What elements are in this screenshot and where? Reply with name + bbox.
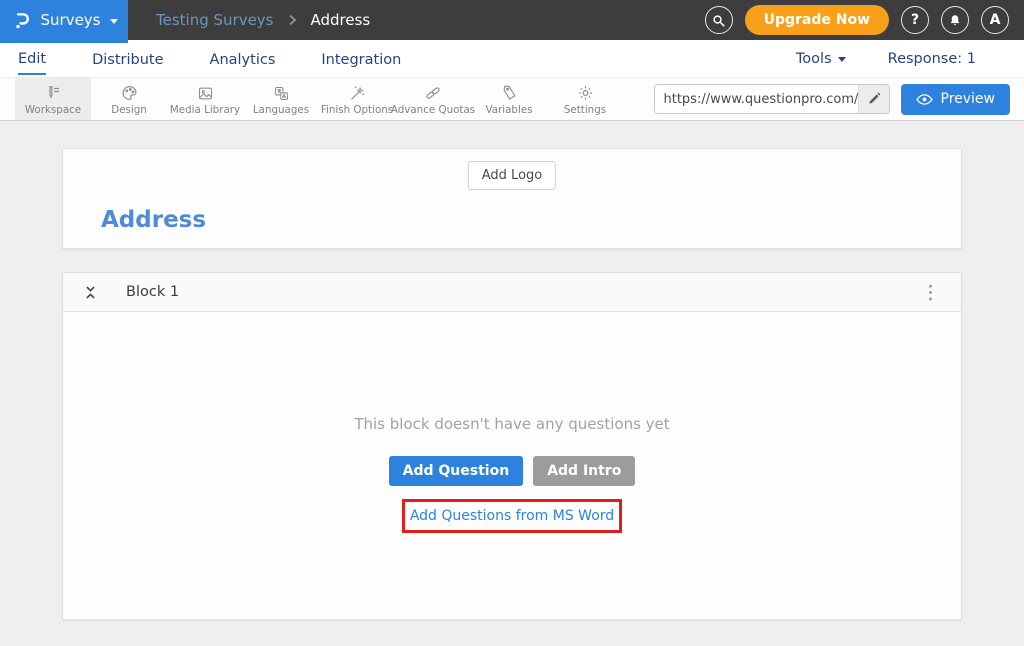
toolbar-item-advance-quotas[interactable]: Advance Quotas xyxy=(395,78,471,120)
preview-label: Preview xyxy=(941,91,996,107)
survey-url-box xyxy=(654,84,890,114)
response-count-link[interactable]: Response: 1 xyxy=(888,51,976,67)
design-icon xyxy=(120,83,139,102)
tab-edit[interactable]: Edit xyxy=(18,42,46,75)
breadcrumb-separator-icon xyxy=(288,14,297,26)
breadcrumb: Testing Surveys Address xyxy=(156,11,370,29)
search-button[interactable] xyxy=(705,6,733,34)
collapse-icon xyxy=(83,284,98,301)
toolbar-item-variables[interactable]: Variables xyxy=(471,78,547,120)
tab-distribute[interactable]: Distribute xyxy=(92,43,163,74)
questionpro-logo-icon xyxy=(11,9,32,32)
block-body: This block doesn't have any questions ye… xyxy=(63,312,961,619)
help-button[interactable]: ? xyxy=(901,6,929,34)
chevron-down-icon xyxy=(838,57,846,62)
tools-dropdown[interactable]: Tools xyxy=(796,51,846,67)
workspace-icon xyxy=(43,83,63,102)
editor-toolbar: Workspace Design Media Library xyxy=(0,78,1024,121)
survey-editor-content: Add Logo Address Block 1 xyxy=(0,121,1024,620)
advance-quotas-icon xyxy=(423,83,443,102)
bell-icon xyxy=(948,13,962,28)
toolbar-item-design[interactable]: Design xyxy=(91,78,167,120)
block-header: Block 1 xyxy=(63,273,961,312)
media-library-icon xyxy=(196,83,215,102)
settings-icon xyxy=(576,83,595,102)
chevron-down-icon xyxy=(110,19,118,24)
surveys-product-dropdown[interactable]: Surveys xyxy=(0,0,128,43)
languages-icon xyxy=(272,83,291,102)
toolbar-item-finish-options[interactable]: Finish Options xyxy=(319,78,395,120)
tools-label: Tools xyxy=(796,51,832,67)
block-menu-button[interactable] xyxy=(920,283,941,302)
toolbar-item-languages[interactable]: Languages xyxy=(243,78,319,120)
nav-tabs: Edit Distribute Analytics Integration xyxy=(18,42,401,75)
kebab-menu-icon xyxy=(928,283,933,302)
edit-url-button[interactable] xyxy=(858,85,889,113)
finish-options-icon xyxy=(348,83,367,102)
search-icon xyxy=(711,13,726,28)
block-title[interactable]: Block 1 xyxy=(126,284,179,300)
toolbar-item-settings[interactable]: Settings xyxy=(547,78,623,120)
toolbar-item-media-library[interactable]: Media Library xyxy=(167,78,243,120)
add-intro-button[interactable]: Add Intro xyxy=(533,456,635,486)
toolbar-item-workspace[interactable]: Workspace xyxy=(15,78,91,120)
preview-button[interactable]: Preview xyxy=(901,84,1011,115)
top-header: Surveys Testing Surveys Address Upgrade … xyxy=(0,0,1024,40)
survey-url-group: Preview xyxy=(654,78,1011,120)
block-card: Block 1 This block doesn't have any ques… xyxy=(62,272,962,620)
nav-right: Tools Response: 1 xyxy=(796,51,976,67)
breadcrumb-folder-link[interactable]: Testing Surveys xyxy=(156,11,274,29)
annotation-highlight-box: Add Questions from MS Word xyxy=(402,499,622,533)
avatar-initial: A xyxy=(990,12,1001,28)
add-questions-from-ms-word-link[interactable]: Add Questions from MS Word xyxy=(410,508,614,524)
survey-header-card: Add Logo Address xyxy=(62,148,962,249)
block-actions: Add Question Add Intro xyxy=(389,456,636,486)
breadcrumb-current-page: Address xyxy=(311,11,371,29)
main-nav: Edit Distribute Analytics Integration To… xyxy=(0,40,1024,78)
add-logo-button[interactable]: Add Logo xyxy=(468,161,556,190)
variables-icon xyxy=(500,83,519,102)
tab-analytics[interactable]: Analytics xyxy=(210,43,276,74)
eye-icon xyxy=(916,93,933,106)
header-actions: Upgrade Now ? A xyxy=(705,5,1009,35)
upgrade-now-button[interactable]: Upgrade Now xyxy=(745,5,889,35)
add-question-button[interactable]: Add Question xyxy=(389,456,524,486)
tab-integration[interactable]: Integration xyxy=(321,43,401,74)
notifications-button[interactable] xyxy=(941,6,969,34)
product-name-label: Surveys xyxy=(41,11,101,29)
collapse-block-button[interactable] xyxy=(83,284,98,301)
help-icon: ? xyxy=(911,12,919,28)
account-avatar[interactable]: A xyxy=(981,6,1009,34)
survey-url-input[interactable] xyxy=(655,85,858,113)
survey-title[interactable]: Address xyxy=(101,207,206,233)
pencil-icon xyxy=(867,92,881,106)
empty-block-message: This block doesn't have any questions ye… xyxy=(354,415,669,433)
